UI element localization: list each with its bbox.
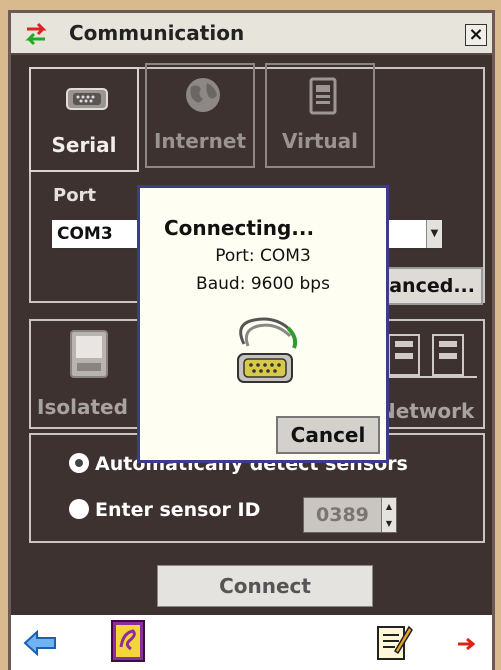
transfer-arrows-icon	[25, 22, 47, 46]
connecting-dialog: Connecting... Port: COM3 Baud: 9600 bps …	[137, 185, 389, 463]
bottom-toolbar	[11, 615, 492, 670]
auto-detect-radio[interactable]	[69, 453, 89, 473]
title-bar: Communication ×	[11, 13, 492, 55]
tab-isolated[interactable]: Isolated	[37, 395, 128, 419]
notepad-icon[interactable]	[375, 621, 413, 663]
tab-label-internet: Internet	[153, 129, 247, 153]
sensor-id-field[interactable]: 0389 ▲ ▼	[303, 497, 397, 533]
baud-select[interactable]: ▼	[381, 219, 443, 249]
serial-port-icon	[66, 88, 108, 110]
dialog-port-line: Port: COM3	[215, 246, 311, 266]
spin-down-icon[interactable]: ▼	[381, 515, 396, 532]
help-book-icon[interactable]	[109, 619, 149, 665]
connect-button[interactable]: Connect	[157, 565, 373, 607]
forward-arrow-icon[interactable]	[457, 637, 479, 651]
cancel-button[interactable]: Cancel	[276, 416, 380, 454]
serial-cable-icon	[237, 317, 298, 383]
enter-sensor-id-label: Enter sensor ID	[95, 499, 261, 521]
enter-sensor-id-option[interactable]: Enter sensor ID	[69, 499, 260, 521]
dialog-baud-line: Baud: 9600 bps	[196, 274, 330, 294]
network-devices-icon	[381, 334, 477, 378]
tab-label-virtual: Virtual	[282, 129, 358, 153]
port-field[interactable]: COM3	[51, 219, 141, 249]
virtual-device-icon	[309, 77, 337, 115]
tab-label-serial: Serial	[51, 133, 117, 157]
tab-virtual[interactable]: Virtual	[265, 63, 375, 168]
port-label: Port	[53, 185, 97, 206]
communication-window: Communication × Serial Internet Virtual …	[8, 10, 495, 670]
tab-internet[interactable]: Internet	[145, 63, 255, 168]
tab-network[interactable]: Network	[379, 399, 474, 423]
enter-sensor-id-radio[interactable]	[69, 499, 89, 519]
dialog-title: Connecting...	[164, 216, 315, 240]
chevron-down-icon[interactable]: ▼	[426, 220, 442, 248]
globe-icon	[186, 78, 220, 112]
spin-up-icon[interactable]: ▲	[381, 498, 396, 515]
sensor-id-value: 0389	[316, 504, 369, 526]
handheld-device-icon	[70, 330, 108, 378]
tab-serial[interactable]: Serial	[29, 67, 139, 172]
close-button[interactable]: ×	[465, 24, 487, 46]
back-arrow-icon[interactable]	[23, 629, 57, 657]
window-title: Communication	[69, 21, 245, 45]
